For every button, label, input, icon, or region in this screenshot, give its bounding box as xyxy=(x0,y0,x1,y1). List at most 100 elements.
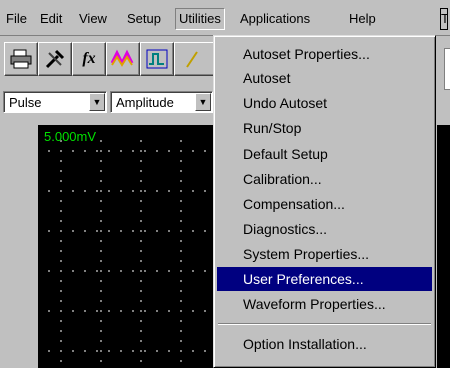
grid-dot xyxy=(180,290,182,292)
menu-setup[interactable]: Setup xyxy=(123,9,165,29)
grid-dot xyxy=(60,330,62,332)
menu-item-diagnostics[interactable]: Diagnostics... xyxy=(217,217,432,241)
amplitude-select[interactable]: Amplitude ▼ xyxy=(110,91,213,113)
grid-dot xyxy=(140,310,142,312)
grid-dot xyxy=(72,150,74,152)
grid-dot xyxy=(84,190,86,192)
menu-view[interactable]: View xyxy=(75,9,111,29)
function-icon[interactable]: fx xyxy=(72,42,106,76)
grid-dot xyxy=(140,230,142,232)
grid-dot xyxy=(60,290,62,292)
grid-dot xyxy=(156,310,158,312)
waveform-icon[interactable] xyxy=(106,42,140,76)
grid-dot xyxy=(100,200,102,202)
print-icon[interactable] xyxy=(4,42,38,76)
grid-dot xyxy=(84,270,86,272)
menu-item-waveform-properties[interactable]: Waveform Properties... xyxy=(217,292,432,316)
grid-dot xyxy=(72,230,74,232)
grid-dot xyxy=(180,350,182,352)
menu-clipped[interactable]: T xyxy=(440,8,448,30)
grid-dot xyxy=(120,230,122,232)
grid-dot xyxy=(132,230,134,232)
grid-dot xyxy=(60,220,62,222)
grid-dot xyxy=(60,200,62,202)
grid-dot xyxy=(140,250,142,252)
grid-dot xyxy=(192,350,194,352)
menu-item-run-stop[interactable]: Run/Stop xyxy=(217,116,432,140)
grid-dot xyxy=(60,300,62,302)
pulse-select[interactable]: Pulse ▼ xyxy=(3,91,107,113)
grid-dot xyxy=(204,230,206,232)
grid-dot xyxy=(140,300,142,302)
grid-dot xyxy=(84,230,86,232)
grid-dot xyxy=(48,190,50,192)
menu-item-system-properties[interactable]: System Properties... xyxy=(217,242,432,266)
grid-dot xyxy=(180,360,182,362)
menu-utilities[interactable]: Utilities xyxy=(175,8,225,30)
tools-icon[interactable] xyxy=(38,42,72,76)
grid-dot xyxy=(60,360,62,362)
grid-dot xyxy=(100,140,102,142)
grid-dot xyxy=(168,350,170,352)
grid-dot xyxy=(140,270,142,272)
right-edge-scope xyxy=(437,125,450,368)
grid-dot xyxy=(204,190,206,192)
grid-dot xyxy=(132,270,134,272)
grid-dot xyxy=(180,340,182,342)
grid-dot xyxy=(100,300,102,302)
menu-separator xyxy=(218,323,431,325)
menu-item-autoset[interactable]: Autoset xyxy=(217,66,432,90)
grid-dot xyxy=(140,330,142,332)
grid-dot xyxy=(140,260,142,262)
grid-dot xyxy=(168,230,170,232)
menu-item-autoset-properties[interactable]: Autoset Properties... xyxy=(217,42,432,66)
menu-item-user-preferences[interactable]: User Preferences... xyxy=(217,267,432,291)
grid-dot xyxy=(140,290,142,292)
grid-dot xyxy=(140,360,142,362)
chevron-down-icon[interactable]: ▼ xyxy=(195,93,211,111)
menu-item-option-installation[interactable]: Option Installation... xyxy=(217,332,432,356)
grid-dot xyxy=(180,170,182,172)
grid-dot xyxy=(140,340,142,342)
grid-dot xyxy=(120,190,122,192)
grid-dot xyxy=(60,160,62,162)
grid-dot xyxy=(180,320,182,322)
grid-dot xyxy=(100,250,102,252)
grid-dot xyxy=(140,210,142,212)
grid-dot xyxy=(168,150,170,152)
grid-dot xyxy=(180,250,182,252)
pulse-select-value: Pulse xyxy=(9,95,42,110)
grid-dot xyxy=(156,350,158,352)
grid-dot xyxy=(84,350,86,352)
grid-dot xyxy=(100,340,102,342)
grid-dot xyxy=(180,280,182,282)
grid-dot xyxy=(132,150,134,152)
grid-dot xyxy=(180,200,182,202)
grid-dot xyxy=(60,180,62,182)
grid-dot xyxy=(140,350,142,352)
menu-item-default-setup[interactable]: Default Setup xyxy=(217,142,432,166)
triangle-icon[interactable] xyxy=(174,42,216,76)
grid-dot xyxy=(72,190,74,192)
menu-help[interactable]: Help xyxy=(345,9,380,29)
menu-item-calibration[interactable]: Calibration... xyxy=(217,167,432,191)
grid-dot xyxy=(84,150,86,152)
pulse-icon[interactable] xyxy=(140,42,174,76)
menu-file[interactable]: File xyxy=(2,9,31,29)
grid-dot xyxy=(100,320,102,322)
utilities-menu: Autoset Properties... Autoset Undo Autos… xyxy=(213,35,436,368)
menu-applications[interactable]: Applications xyxy=(236,9,314,29)
menu-bar: File Edit View Setup Utilities Applicati… xyxy=(0,0,450,36)
grid-dot xyxy=(100,280,102,282)
grid-dot xyxy=(100,190,102,192)
grid-dot xyxy=(180,210,182,212)
menu-item-compensation[interactable]: Compensation... xyxy=(217,192,432,216)
grid-dot xyxy=(60,350,62,352)
grid-dot xyxy=(100,350,102,352)
grid-dot xyxy=(132,190,134,192)
grid-dot xyxy=(96,310,98,312)
chevron-down-icon[interactable]: ▼ xyxy=(89,93,105,111)
menu-item-undo-autoset[interactable]: Undo Autoset xyxy=(217,91,432,115)
menu-edit[interactable]: Edit xyxy=(36,9,66,29)
grid-dot xyxy=(60,230,62,232)
